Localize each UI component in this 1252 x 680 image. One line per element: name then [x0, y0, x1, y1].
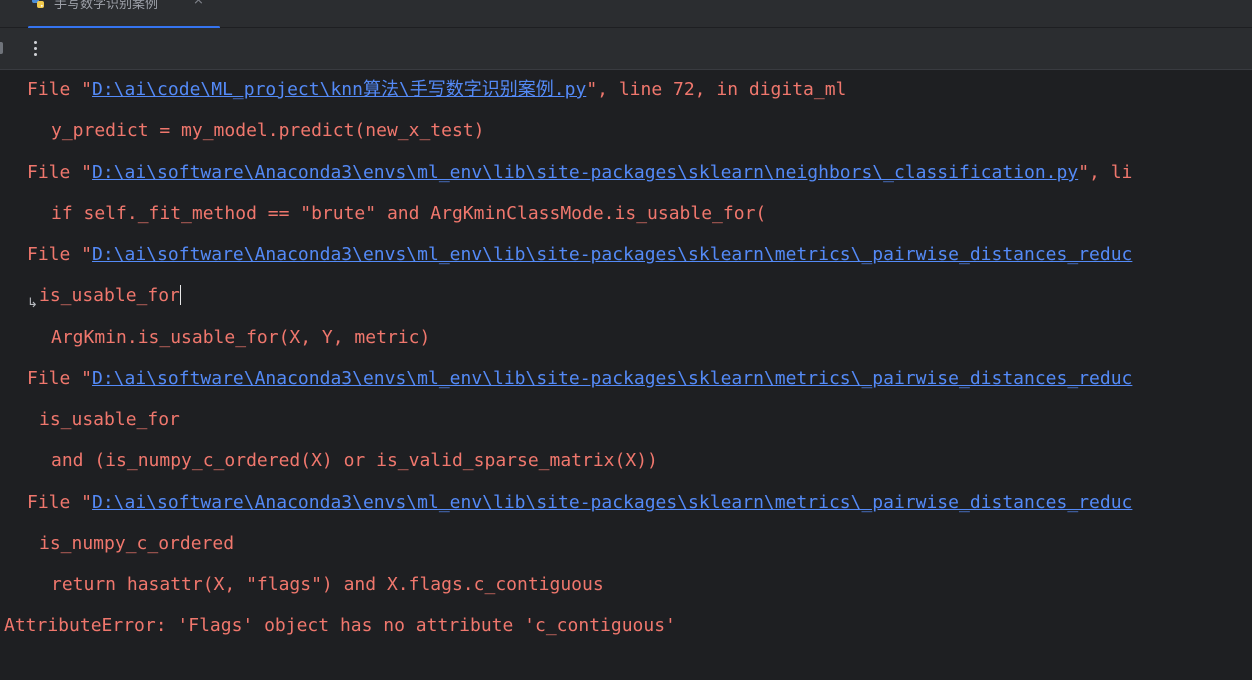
function-name: is_usable_for	[39, 285, 180, 306]
traceback-prefix: File "	[27, 368, 93, 389]
editor-tab-bar: 手写数字识别案例 ×	[0, 0, 1252, 29]
error-message: AttributeError: 'Flags' object has no at…	[4, 615, 676, 636]
text-cursor	[179, 285, 181, 305]
file-path-link[interactable]: D:\ai\software\Anaconda3\envs\ml_env\lib…	[92, 492, 1132, 513]
file-path-link[interactable]: D:\ai\code\ML_project\knn算法\手写数字识别案例.py	[92, 79, 586, 100]
traceback-file-line: File "D:\ai\software\Anaconda3\envs\ml_e…	[27, 367, 1132, 391]
traceback-code-line: if self._fit_method == "brute" and ArgKm…	[51, 203, 767, 224]
tab-handwritten-digit-recognition[interactable]: 手写数字识别案例 ×	[28, 0, 220, 29]
traceback-code-line: return hasattr(X, "flags") and X.flags.c…	[51, 574, 604, 595]
python-file-icon	[31, 0, 45, 8]
traceback-file-line: File "D:\ai\code\ML_project\knn算法\手写数字识别…	[27, 78, 846, 102]
traceback-prefix: File "	[27, 79, 93, 100]
traceback-code-line: and (is_numpy_c_ordered(X) or is_valid_s…	[51, 450, 658, 471]
traceback-file-line: File "D:\ai\software\Anaconda3\envs\ml_e…	[27, 243, 1132, 267]
traceback-prefix: File "	[27, 492, 93, 513]
file-path-link[interactable]: D:\ai\software\Anaconda3\envs\ml_env\lib…	[92, 162, 1078, 183]
traceback-prefix: File "	[27, 244, 93, 265]
traceback-function-line: is_numpy_c_ordered	[39, 533, 235, 554]
soft-wrap-icon: ↳	[27, 296, 38, 311]
close-icon[interactable]: ×	[193, 0, 204, 8]
file-path-link[interactable]: D:\ai\software\Anaconda3\envs\ml_env\lib…	[92, 368, 1132, 389]
traceback-function-line: is_usable_for	[39, 409, 180, 430]
toolbar-button-stub[interactable]	[0, 42, 3, 54]
traceback-file-line: File "D:\ai\software\Anaconda3\envs\ml_e…	[27, 161, 1132, 185]
traceback-prefix: File "	[27, 162, 93, 183]
traceback-suffix: ", line 72, in digita_ml	[586, 79, 847, 100]
traceback-suffix: ", li	[1078, 162, 1133, 183]
traceback-file-line: File "D:\ai\software\Anaconda3\envs\ml_e…	[27, 491, 1132, 515]
kebab-menu-icon[interactable]	[28, 38, 44, 60]
traceback-function-line: is_usable_for	[39, 284, 181, 308]
run-console-output[interactable]: File "D:\ai\code\ML_project\knn算法\手写数字识别…	[0, 70, 1252, 680]
traceback-code-line: y_predict = my_model.predict(new_x_test)	[51, 120, 485, 141]
tab-title: 手写数字识别案例	[54, 0, 159, 12]
run-toolbar	[0, 28, 1252, 70]
file-path-link[interactable]: D:\ai\software\Anaconda3\envs\ml_env\lib…	[92, 244, 1132, 265]
traceback-code-line: ArgKmin.is_usable_for(X, Y, metric)	[51, 327, 431, 348]
